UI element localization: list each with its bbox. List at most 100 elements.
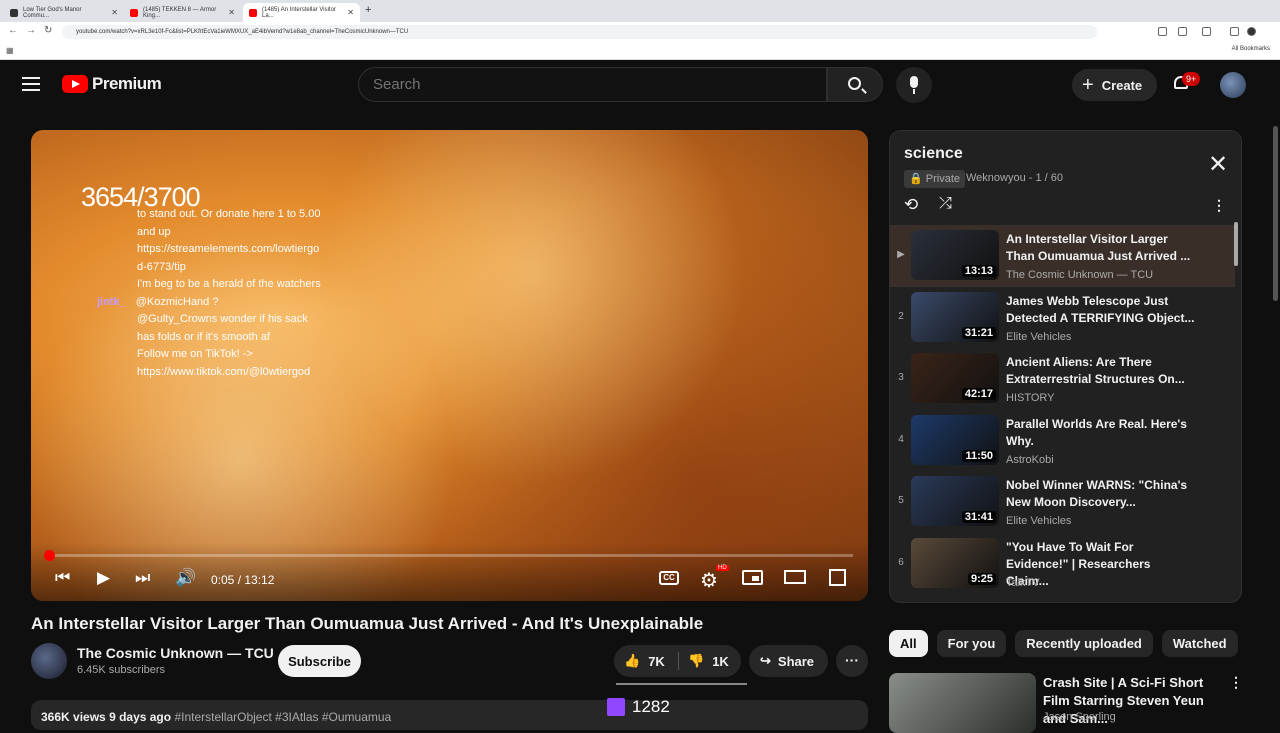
back-icon[interactable]: ← [8, 25, 18, 36]
voice-search-button[interactable] [896, 67, 932, 103]
playlist-scrollbar[interactable] [1234, 222, 1238, 266]
playlist-menu-icon[interactable]: ⋮ [1212, 197, 1226, 214]
create-button[interactable]: + Create [1072, 69, 1157, 101]
theater-mode-icon[interactable] [784, 570, 806, 584]
tab-title: (1485) An Interstellar Visitor La... [262, 6, 336, 19]
play-icon[interactable]: ▶ [97, 568, 110, 588]
playlist-thumbnail[interactable]: 11:50 [911, 414, 999, 465]
browser-tab-3[interactable]: (1485) An Interstellar Visitor La... ✕ [243, 3, 360, 22]
search-icon [848, 77, 861, 90]
apps-icon[interactable]: ▦ [6, 46, 14, 55]
video-player[interactable]: 3654/3700 to stand out. Or donate here 1… [31, 130, 868, 601]
playlist-item[interactable]: ▶ 13:13 An Interstellar Visitor Larger Tha… [890, 225, 1235, 287]
playlist-item[interactable]: 2 31:21 James Webb Telescope Just Detected… [890, 287, 1235, 349]
playlist-item-channel: The Cosmic Unknown — TCU [1006, 269, 1154, 281]
playlist-thumbnail[interactable]: 31:41 [911, 476, 999, 526]
plus-icon: + [1082, 74, 1094, 96]
playlist-items: ▶ 13:13 An Interstellar Visitor Larger Tha… [890, 225, 1235, 594]
like-ratio-bar [616, 683, 747, 685]
playlist-item[interactable]: 4 11:50 Parallel Worlds Are Real. Here's W… [890, 410, 1235, 472]
filter-chip[interactable]: For you [936, 630, 1007, 657]
filter-chip[interactable]: Recently uploaded [1015, 630, 1153, 657]
reload-icon[interactable]: ↻ [44, 25, 52, 36]
playlist-title[interactable]: science [904, 145, 963, 163]
playlist-index: 3 [898, 372, 904, 383]
more-actions-button[interactable]: ··· [836, 645, 868, 677]
search-input[interactable] [358, 67, 827, 102]
playlist-item-title[interactable]: Nobel Winner WARNS: "China's New Moon Di… [1006, 477, 1196, 511]
scrubber-handle[interactable] [44, 550, 55, 561]
sidepanel-icon[interactable] [1202, 27, 1211, 36]
playlist-item[interactable]: 5 31:41 Nobel Winner WARNS: "China's New M… [890, 471, 1235, 533]
playlist-item[interactable]: 3 42:17 Ancient Aliens: Are There Extrater… [890, 348, 1235, 410]
volume-icon[interactable]: 🔊 [175, 568, 196, 588]
close-icon[interactable]: ✕ [228, 8, 235, 17]
playlist-thumbnail[interactable]: 42:17 [911, 353, 999, 403]
playlist-item-title[interactable]: Ancient Aliens: Are There Extraterrestri… [1006, 354, 1196, 388]
channel-avatar[interactable] [31, 643, 67, 679]
page-scrollbar[interactable] [1273, 126, 1278, 301]
filter-chips: All For you Recently uploaded Watched [889, 630, 1238, 657]
next-icon[interactable]: ⏭ [135, 568, 150, 588]
progress-bar[interactable] [44, 550, 853, 561]
twitch-icon [607, 698, 625, 716]
browser-tab-1[interactable]: Low Tier God's Manor Commu... ✕ [4, 3, 124, 22]
profile-icon[interactable] [1247, 27, 1256, 36]
duration-badge: 31:21 [961, 326, 996, 339]
settings-icon[interactable]: ⚙ [700, 568, 718, 593]
new-tab-button[interactable]: + [365, 4, 371, 16]
forward-icon[interactable]: → [26, 25, 36, 36]
extension-icon[interactable] [1158, 27, 1167, 36]
playlist-item-title[interactable]: An Interstellar Visitor Larger Than Oumu… [1006, 231, 1196, 265]
time-display: 0:05 / 13:12 [211, 573, 275, 587]
playlist-item[interactable]: 6 9:25 "You Have To Wait For Evidence!" | … [890, 533, 1235, 595]
chat-line: to stand out. Or donate here 1 to 5.00 [137, 208, 321, 220]
extension-icon[interactable] [1178, 27, 1187, 36]
like-count: 7K [648, 653, 665, 669]
avatar[interactable] [1220, 72, 1246, 98]
playlist-thumbnail[interactable]: 9:25 [911, 537, 999, 588]
previous-icon[interactable]: ⏮ [55, 568, 70, 588]
channel-name[interactable]: The Cosmic Unknown — TCU [77, 645, 274, 661]
playlist-index: 2 [898, 310, 904, 322]
loop-icon[interactable]: ⟲ [904, 195, 918, 215]
playlist-thumbnail[interactable]: 31:21 [911, 291, 999, 342]
filter-chip[interactable]: Watched [1161, 630, 1238, 657]
share-button[interactable]: ↪ Share [749, 645, 828, 677]
playlist-item-channel: Elite Vehicles [1006, 330, 1072, 343]
subscribe-button[interactable]: Subscribe [278, 645, 361, 677]
browser-tab-2[interactable]: (1485) TEKKEN 8 — Armor King... ✕ [124, 3, 241, 22]
mic-icon [910, 76, 918, 88]
filter-chip[interactable]: All [889, 630, 928, 657]
subscriber-count: 6.45K subscribers [77, 664, 166, 676]
twitch-count: 1282 [632, 697, 670, 716]
playlist-thumbnail[interactable]: 13:13 [911, 230, 999, 280]
playlist-item-channel: AstroKobi [1006, 453, 1054, 466]
playlist-item-title[interactable]: Parallel Worlds Are Real. Here's Why. [1006, 416, 1196, 450]
chat-line: has folds or if it's smooth af [137, 330, 270, 343]
recommended-menu-icon[interactable]: ⋮ [1229, 674, 1243, 691]
duration-badge: 9:25 [967, 572, 996, 585]
miniplayer-icon[interactable] [742, 570, 763, 585]
menu-icon[interactable] [22, 77, 40, 91]
url-text: youtube.com/watch?v=xRL3e10f-Fc&list=PLK… [76, 29, 409, 35]
youtube-logo[interactable]: Premium [62, 74, 162, 94]
close-icon[interactable]: ✕ [347, 8, 354, 17]
captions-button[interactable]: CC [659, 571, 679, 585]
hashtags[interactable]: #InterstellarObject #3IAtlas #Oumuamua [174, 710, 391, 724]
dislike-button[interactable]: 👎 1K [688, 653, 729, 669]
download-icon[interactable] [1230, 27, 1239, 36]
close-icon[interactable]: ✕ [1208, 153, 1228, 177]
fullscreen-icon[interactable] [829, 569, 846, 586]
all-bookmarks[interactable]: All Bookmarks [1232, 46, 1270, 52]
playlist-owner: Weknowyou - 1 / 60 [966, 172, 1064, 184]
recommended-thumbnail[interactable] [889, 673, 1036, 733]
recommended-channel[interactable]: Jason Sperling [1043, 711, 1116, 723]
description-box[interactable]: 366K views 9 days ago #InterstellarObjec… [31, 700, 868, 730]
close-icon[interactable]: ✕ [111, 8, 118, 17]
address-bar[interactable]: youtube.com/watch?v=xRL3e10f-Fc&list=PLK… [62, 25, 1097, 39]
shuffle-icon[interactable]: ⤮ [939, 195, 952, 213]
playlist-item-title[interactable]: James Webb Telescope Just Detected A TER… [1006, 293, 1196, 327]
like-button[interactable]: 👍 7K [624, 653, 665, 669]
search-button[interactable] [827, 67, 883, 102]
